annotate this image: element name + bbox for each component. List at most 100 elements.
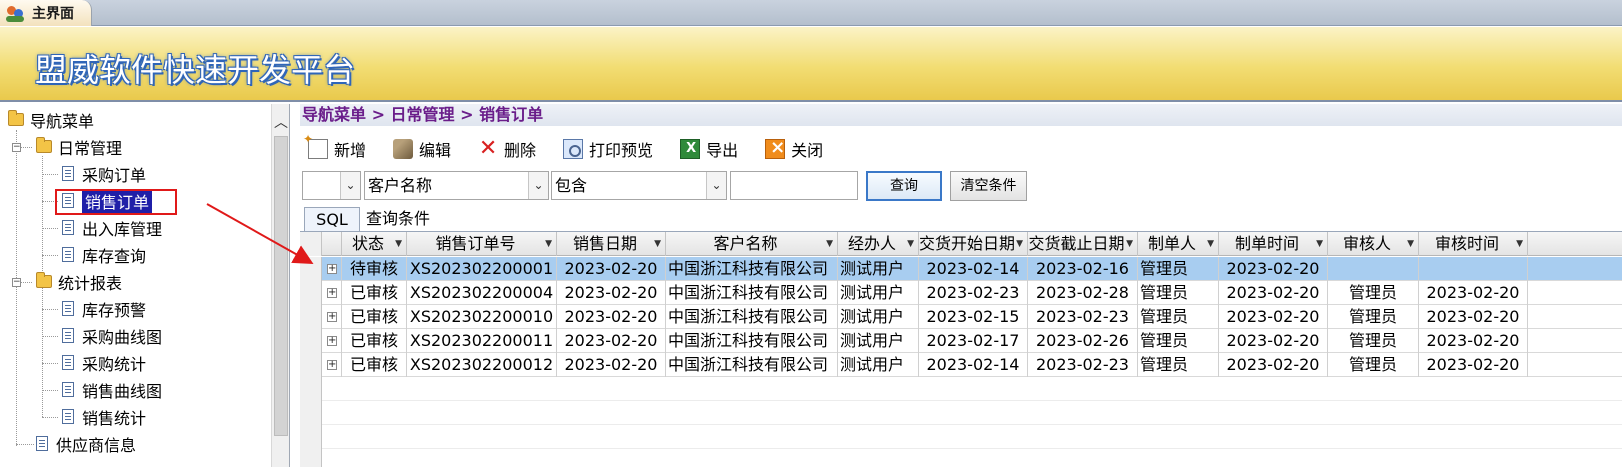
cell-create-time[interactable]: 2023-02-20 (1219, 353, 1328, 377)
cell-delivery-end[interactable]: 2023-02-16 (1028, 257, 1138, 281)
cell-order-no[interactable]: XS202302200001 (407, 257, 557, 281)
cell-customer[interactable]: 中国浙江科技有限公司 (666, 329, 838, 353)
sidebar-item-stock-alert[interactable]: 库存预警 (62, 295, 146, 322)
cell-create-time[interactable]: 2023-02-20 (1219, 257, 1328, 281)
column-header-sale-date[interactable]: 销售日期 ▼ (557, 232, 666, 256)
collapse-toggle-reports[interactable]: − (12, 278, 21, 287)
cell-delivery-start[interactable]: 2023-02-23 (919, 281, 1028, 305)
cell-handler[interactable]: 测试用户 (838, 305, 919, 329)
column-header-handler[interactable]: 经办人 ▼ (838, 232, 919, 256)
table-row[interactable]: + 已审核 XS202302200010 2023-02-20 中国浙江科技有限公司 测试… (300, 305, 1622, 329)
cell-creator[interactable]: 管理员 (1138, 353, 1219, 377)
filter-value-input[interactable] (730, 171, 858, 200)
row-header[interactable] (300, 257, 322, 281)
collapse-toggle-daily[interactable]: − (12, 143, 21, 152)
column-header-reviewer[interactable]: 审核人 ▼ (1328, 232, 1419, 256)
main-window-tab[interactable]: 主界面 (0, 0, 92, 26)
chevron-down-icon[interactable]: ⌄ (706, 172, 726, 199)
tree-group-reports[interactable]: 统计报表 (36, 268, 122, 295)
cell-reviewer[interactable]: 管理员 (1328, 305, 1419, 329)
row-header[interactable] (300, 281, 322, 305)
row-header[interactable] (300, 353, 322, 377)
sidebar-item-sales-curve[interactable]: 销售曲线图 (62, 376, 162, 403)
cell-handler[interactable]: 测试用户 (838, 257, 919, 281)
cell-review-time[interactable] (1419, 257, 1528, 281)
operator-select[interactable]: 包含 ⌄ (551, 171, 727, 200)
column-header-create-time[interactable]: 制单时间 ▼ (1219, 232, 1328, 256)
close-button[interactable]: 关闭 (765, 134, 823, 164)
cell-sale-date[interactable]: 2023-02-20 (557, 257, 666, 281)
sidebar-item-purchase-order[interactable]: 采购订单 (62, 160, 146, 187)
scrollbar-thumb[interactable] (274, 136, 288, 436)
chevron-down-icon[interactable]: ⌄ (528, 172, 548, 199)
row-header[interactable] (300, 329, 322, 353)
cell-sale-date[interactable]: 2023-02-20 (557, 281, 666, 305)
cell-delivery-end[interactable]: 2023-02-26 (1028, 329, 1138, 353)
table-row[interactable]: + 已审核 XS202302200012 2023-02-20 中国浙江科技有限公司 测试… (300, 353, 1622, 377)
cell-status[interactable]: 已审核 (342, 305, 407, 329)
cell-status[interactable]: 待审核 (342, 257, 407, 281)
column-header-delivery-start[interactable]: 交货开始日期 ▼ (919, 232, 1028, 256)
chevron-down-icon[interactable]: ▼ (1207, 232, 1214, 256)
cell-order-no[interactable]: XS202302200010 (407, 305, 557, 329)
cell-sale-date[interactable]: 2023-02-20 (557, 305, 666, 329)
sidebar-item-sales-stats[interactable]: 销售统计 (62, 403, 146, 430)
column-header-order-no[interactable]: 销售订单号 ▼ (407, 232, 557, 256)
cell-sale-date[interactable]: 2023-02-20 (557, 353, 666, 377)
cell-reviewer[interactable]: 管理员 (1328, 281, 1419, 305)
cell-creator[interactable]: 管理员 (1138, 281, 1219, 305)
cell-reviewer[interactable]: 管理员 (1328, 329, 1419, 353)
field-select[interactable]: 客户名称 ⌄ (364, 171, 549, 200)
column-header-status[interactable]: 状态 ▼ (342, 232, 407, 256)
chevron-down-icon[interactable]: ▼ (1316, 232, 1323, 256)
chevron-down-icon[interactable]: ▼ (1126, 232, 1133, 256)
cell-delivery-end[interactable]: 2023-02-23 (1028, 305, 1138, 329)
cell-status[interactable]: 已审核 (342, 329, 407, 353)
cell-review-time[interactable]: 2023-02-20 (1419, 353, 1528, 377)
clear-conditions-button[interactable]: 清空条件 (950, 171, 1027, 201)
cell-delivery-start[interactable]: 2023-02-14 (919, 257, 1028, 281)
cell-delivery-start[interactable]: 2023-02-14 (919, 353, 1028, 377)
cell-delivery-end[interactable]: 2023-02-28 (1028, 281, 1138, 305)
sidebar-item-stock-io[interactable]: 出入库管理 (62, 214, 162, 241)
cell-review-time[interactable]: 2023-02-20 (1419, 329, 1528, 353)
cell-customer[interactable]: 中国浙江科技有限公司 (666, 305, 838, 329)
tree-group-daily[interactable]: 日常管理 (36, 133, 122, 160)
tab-sql[interactable]: SQL (304, 207, 360, 231)
logic-select[interactable]: ⌄ (302, 171, 361, 200)
cell-delivery-start[interactable]: 2023-02-15 (919, 305, 1028, 329)
table-row[interactable]: + 待审核 XS202302200001 2023-02-20 中国浙江科技有限公司 测试… (300, 257, 1622, 281)
chevron-down-icon[interactable]: ⌄ (340, 172, 360, 199)
sidebar-item-supplier-info[interactable]: 供应商信息 (36, 430, 136, 457)
column-header-delivery-end[interactable]: 交货截止日期 ▼ (1028, 232, 1138, 256)
chevron-down-icon[interactable]: ▼ (395, 232, 402, 256)
export-button[interactable]: 导出 (680, 134, 738, 164)
column-header-customer[interactable]: 客户名称 ▼ (666, 232, 838, 256)
cell-delivery-end[interactable]: 2023-02-23 (1028, 353, 1138, 377)
chevron-down-icon[interactable]: ▼ (1407, 232, 1414, 256)
chevron-down-icon[interactable]: ▼ (907, 232, 914, 256)
tree-root[interactable]: 导航菜单 (8, 106, 94, 133)
sidebar-item-purchase-stats[interactable]: 采购统计 (62, 349, 146, 376)
cell-order-no[interactable]: XS202302200004 (407, 281, 557, 305)
query-button[interactable]: 查询 (866, 171, 942, 201)
sidebar-scrollbar[interactable]: ︿ (271, 104, 289, 467)
chevron-down-icon[interactable]: ▼ (545, 232, 552, 256)
cell-handler[interactable]: 测试用户 (838, 353, 919, 377)
chevron-down-icon[interactable]: ▼ (1016, 232, 1023, 256)
table-row[interactable]: + 已审核 XS202302200004 2023-02-20 中国浙江科技有限公司 测试… (300, 281, 1622, 305)
cell-create-time[interactable]: 2023-02-20 (1219, 305, 1328, 329)
cell-handler[interactable]: 测试用户 (838, 281, 919, 305)
cell-create-time[interactable]: 2023-02-20 (1219, 281, 1328, 305)
print-preview-button[interactable]: 打印预览 (563, 134, 653, 164)
cell-status[interactable]: 已审核 (342, 353, 407, 377)
cell-reviewer[interactable]: 管理员 (1328, 353, 1419, 377)
delete-button[interactable]: ✕ 删除 (478, 134, 536, 164)
cell-sale-date[interactable]: 2023-02-20 (557, 329, 666, 353)
column-header-creator[interactable]: 制单人 ▼ (1138, 232, 1219, 256)
cell-customer[interactable]: 中国浙江科技有限公司 (666, 281, 838, 305)
cell-status[interactable]: 已审核 (342, 281, 407, 305)
cell-creator[interactable]: 管理员 (1138, 329, 1219, 353)
cell-creator[interactable]: 管理员 (1138, 305, 1219, 329)
chevron-down-icon[interactable]: ▼ (1516, 232, 1523, 256)
